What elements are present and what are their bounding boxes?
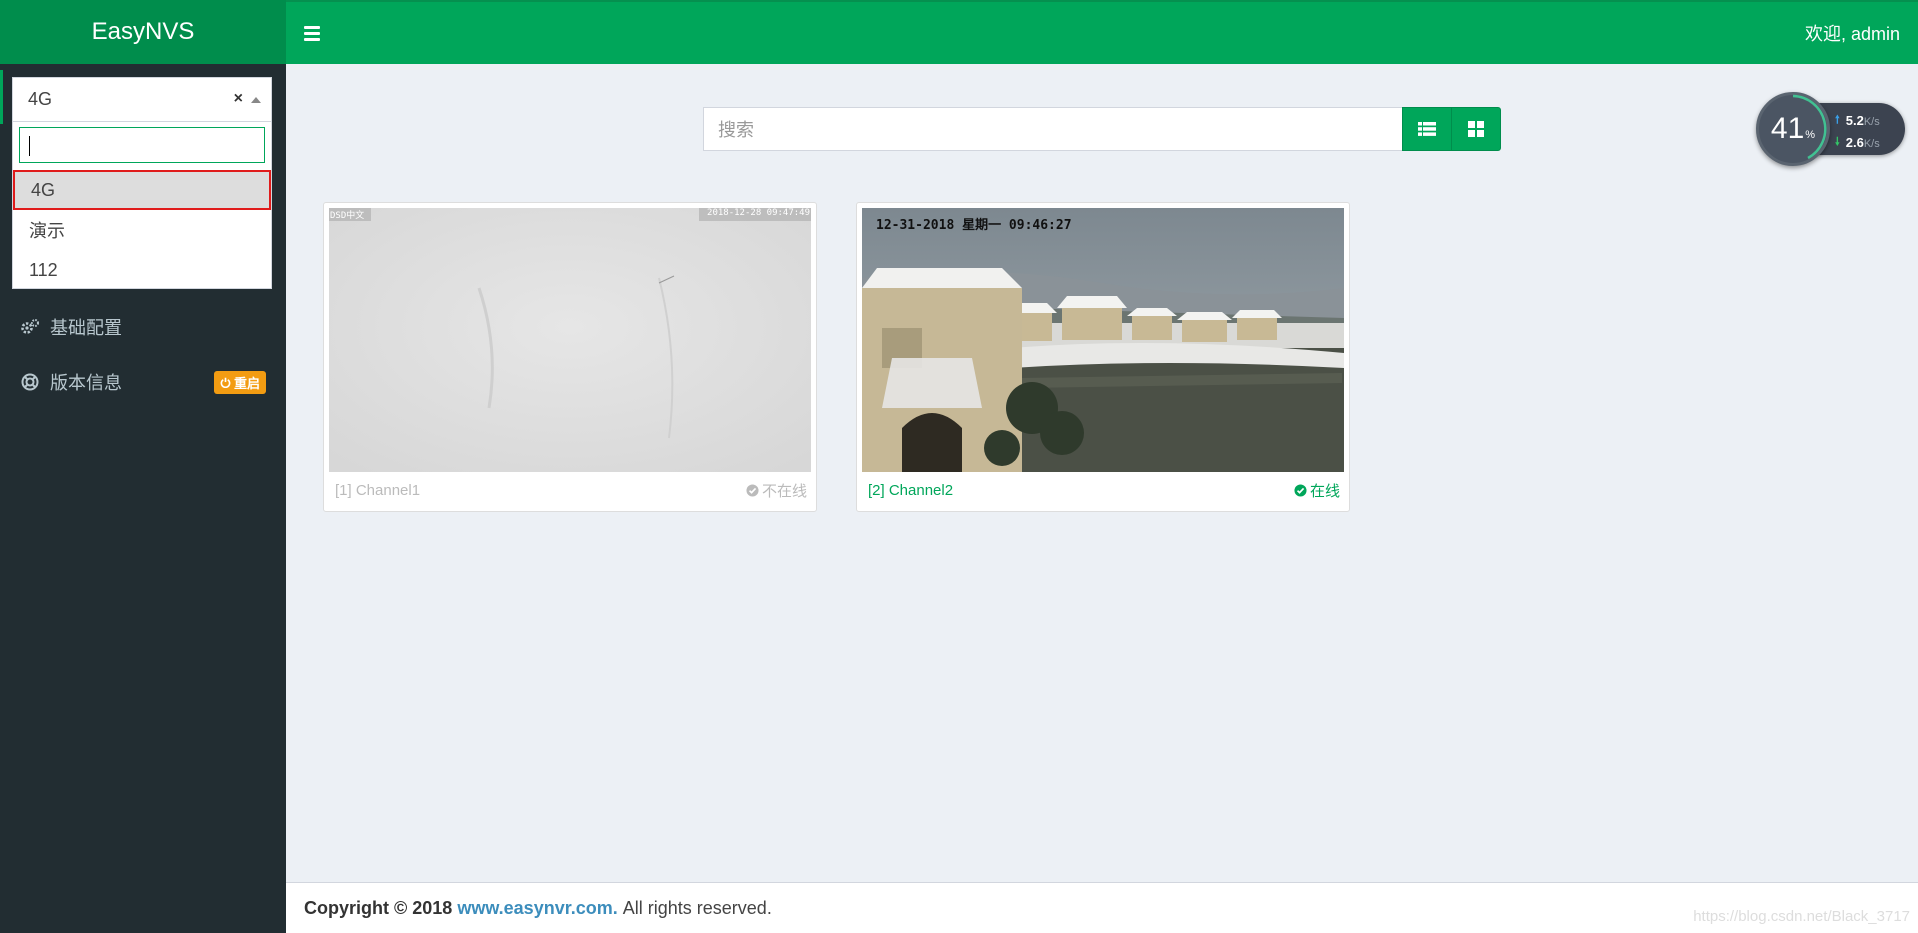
grid-icon [1468,121,1484,137]
sidebar-item-basic-config[interactable]: 基础配置 [0,302,286,352]
list-icon [1418,122,1436,136]
channel-name[interactable]: [1] Channel1 [335,482,420,499]
group-select-dropdown: 4G 演示 112 [12,121,272,289]
channel-card[interactable]: 12-31-2018 星期一 09:46:27 [2] Channel2 在线 [856,202,1350,512]
watermark: https://blog.csdn.net/Black_3717 [1693,908,1910,925]
list-view-button[interactable] [1402,107,1452,151]
channel-name[interactable]: [2] Channel2 [868,482,953,499]
dropdown-search-input[interactable] [19,127,265,163]
check-circle-icon [1294,484,1307,497]
download-unit: K/s [1863,138,1880,150]
cogs-icon [20,317,40,337]
sidebar-item-version-info[interactable]: 版本信息 重启 [0,357,286,407]
caret-up-icon[interactable] [251,97,261,103]
channel-card[interactable]: DSD中文 2018-12-28 09:47:49 [1] Channel1 不… [323,202,817,512]
app-name: EasyNVS [91,18,195,45]
power-icon [220,377,231,388]
footer-link[interactable]: www.easynvr.com. [457,898,617,919]
dropdown-option-4g[interactable]: 4G [13,170,271,210]
channel-snapshot[interactable]: 12-31-2018 星期一 09:46:27 [862,208,1344,472]
check-circle-icon [746,484,759,497]
arrow-down-icon: 🠗 [1835,136,1840,148]
channel-snapshot[interactable]: DSD中文 2018-12-28 09:47:49 [329,208,811,472]
restart-badge[interactable]: 重启 [213,370,266,394]
osd-timestamp: 12-31-2018 星期一 09:46:27 [876,218,1072,233]
status-badge: 在线 [1294,480,1340,501]
download-speed: 🠗 2.6K/s [1835,133,1880,152]
download-value: 2.6 [1845,135,1864,150]
dropdown-option-112[interactable]: 112 [13,250,271,290]
group-select[interactable]: 4G × [12,77,272,121]
sidebar-item-label: 版本信息 [50,373,122,393]
life-ring-icon [20,372,40,392]
top-navbar: 欢迎, admin [286,0,1918,64]
footer-copyright: Copyright © 2018 [304,897,453,918]
search-placeholder: 搜索 [718,120,754,140]
upload-unit: K/s [1863,116,1880,128]
page-footer: Copyright © 2018 www.easynvr.com. All ri… [286,882,1918,933]
welcome-user[interactable]: 欢迎, admin [1805,20,1900,46]
menu-toggle-icon[interactable] [304,22,326,44]
dropdown-option-demo[interactable]: 演示 [13,210,271,250]
status-label: 在线 [1309,483,1340,500]
app-logo[interactable]: EasyNVS [0,0,286,64]
status-label: 不在线 [761,483,807,500]
group-select-value: 4G [28,89,53,109]
gauge-arc [1792,94,1827,160]
sidebar-item-label: 基础配置 [50,318,122,338]
upload-speed: 🠕 5.2K/s [1835,111,1880,130]
cpu-usage-gauge[interactable]: 41% [1756,92,1830,166]
arrow-up-icon: 🠕 [1835,114,1840,126]
search-input[interactable]: 搜索 [703,107,1403,151]
osd-channel-name: DSD中文 [330,211,365,221]
footer-rights: All rights reserved. [622,897,772,918]
restart-badge-label: 重启 [233,375,260,391]
grid-view-button[interactable] [1451,107,1501,151]
status-badge: 不在线 [746,480,807,501]
text-cursor [29,136,30,156]
active-menu-indicator [0,70,3,124]
upload-value: 5.2 [1845,113,1864,128]
clear-selection-icon[interactable]: × [234,90,243,108]
osd-timestamp: 2018-12-28 09:47:49 [707,208,810,218]
